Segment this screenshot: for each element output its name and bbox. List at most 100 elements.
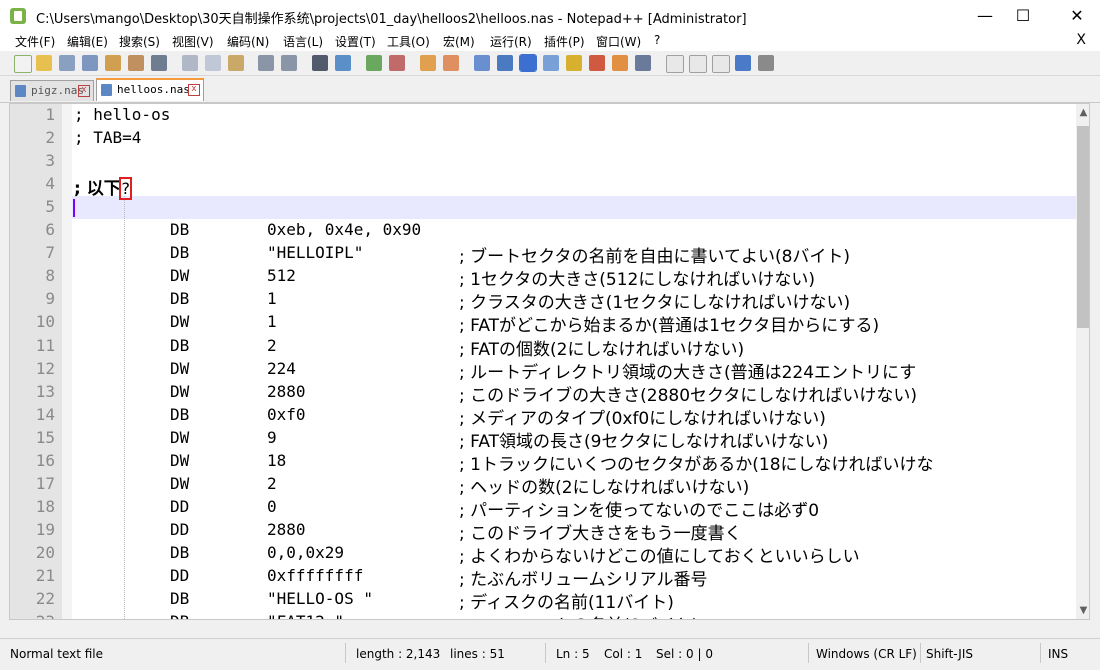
vertical-scrollbar[interactable]: ▲ ▼: [1076, 104, 1089, 619]
sync-horizontal-icon[interactable]: [443, 55, 459, 71]
sync-vertical-icon[interactable]: [420, 55, 436, 71]
user-language-icon[interactable]: [543, 55, 559, 71]
play-macro-icon[interactable]: [712, 55, 730, 73]
menu-language[interactable]: 语言(L): [283, 33, 323, 50]
save-macro-icon[interactable]: [758, 55, 774, 71]
code-operand: 9: [267, 427, 277, 447]
code-operand: 1: [267, 312, 277, 332]
tab-label: pigz.nas: [31, 84, 84, 97]
undo-icon[interactable]: [258, 55, 274, 71]
menu-plugins[interactable]: 插件(P): [544, 33, 585, 50]
status-eol[interactable]: Windows (CR LF): [816, 647, 917, 661]
code-line: DD 0xffffffff ; たぶんボリュームシリアル番号: [74, 566, 1074, 590]
code-directive: DD: [170, 566, 190, 585]
find-icon[interactable]: [312, 55, 328, 71]
cut-icon[interactable]: [182, 55, 198, 71]
code-text: ; hello-os: [74, 105, 171, 124]
copy-icon[interactable]: [205, 55, 221, 71]
code-line: DB 1 ; クラスタの大きさ(1セクタにしなければいけない): [74, 289, 1074, 313]
code-comment: ; よくわからないけどこの値にしておくといいらしい: [459, 546, 860, 567]
line-number: 22: [35, 589, 55, 609]
close-file-icon[interactable]: [105, 55, 121, 71]
zoom-out-icon[interactable]: [389, 55, 405, 71]
new-file-icon[interactable]: [14, 55, 32, 73]
folder-workspace-icon[interactable]: [612, 55, 628, 71]
open-folder-icon[interactable]: [36, 55, 52, 71]
line-number: 3: [45, 151, 55, 171]
status-divider: [345, 643, 346, 663]
document-map-icon[interactable]: [566, 55, 582, 71]
close-button[interactable]: ✕: [1054, 0, 1100, 31]
code-comment: ; たぶんボリュームシリアル番号: [459, 570, 708, 590]
menu-bar: 文件(F) 编辑(E) 搜索(S) 视图(V) 编码(N) 语言(L) 设置(T…: [0, 31, 1100, 51]
word-wrap-icon[interactable]: [474, 55, 490, 71]
menu-edit[interactable]: 编辑(E): [67, 33, 108, 50]
status-divider: [545, 643, 546, 663]
menu-run[interactable]: 运行(R): [490, 33, 532, 50]
close-all-icon[interactable]: [128, 55, 144, 71]
maximize-button[interactable]: ☐: [1000, 0, 1046, 31]
print-icon[interactable]: [151, 55, 167, 71]
line-number: 11: [35, 335, 55, 355]
menu-view[interactable]: 视图(V): [172, 33, 214, 50]
menu-help[interactable]: ?: [654, 33, 660, 47]
menu-file[interactable]: 文件(F): [15, 33, 55, 50]
replace-icon[interactable]: [335, 55, 351, 71]
code-directive: DB: [170, 542, 190, 562]
code-directive: DW: [170, 358, 190, 378]
function-list-icon[interactable]: [589, 55, 605, 71]
code-operand: 224: [267, 358, 296, 378]
line-number: 13: [35, 381, 55, 401]
save-all-icon[interactable]: [82, 55, 98, 71]
menu-tools[interactable]: 工具(O): [387, 33, 430, 50]
monitoring-icon[interactable]: [635, 55, 651, 71]
record-macro-icon[interactable]: [666, 55, 684, 73]
menu-macro[interactable]: 宏(M): [443, 33, 475, 50]
tab-pigz[interactable]: pigz.nas x: [10, 80, 94, 101]
code-comment: ; このドライブの大きさ(2880セクタにしなければいけない): [459, 385, 917, 406]
menu-encoding[interactable]: 编码(N): [227, 33, 269, 50]
code-line: DD 2880 ; このドライブ大きさをもう一度書く: [74, 520, 1074, 544]
fold-margin[interactable]: [62, 104, 72, 619]
line-number: 9: [45, 289, 55, 309]
code-line: DW 9 ; FAT領域の長さ(9セクタにしなければいけない): [74, 427, 1074, 452]
line-number: 19: [35, 519, 55, 539]
redo-icon[interactable]: [281, 55, 297, 71]
text-caret: [73, 199, 75, 217]
menu-window[interactable]: 窗口(W): [596, 33, 641, 50]
paste-icon[interactable]: [228, 55, 244, 71]
status-selection: Sel : 0 | 0: [656, 647, 713, 661]
code-line: ; 以下?: [74, 174, 1074, 201]
code-directive: DW: [170, 312, 190, 332]
status-file-type: Normal text file: [10, 647, 104, 661]
tab-close-icon[interactable]: x: [78, 85, 90, 97]
code-line: DB "HELLO-OS " ; ディスクの名前(11バイト): [74, 589, 1074, 613]
code-directive: DW: [170, 266, 190, 286]
stop-macro-icon[interactable]: [689, 55, 707, 73]
tab-bar: pigz.nas x helloos.nas x: [0, 76, 1100, 103]
tab-helloos[interactable]: helloos.nas x: [96, 78, 204, 101]
status-divider: [808, 643, 809, 663]
close-document-button[interactable]: X: [1076, 32, 1086, 48]
show-all-characters-icon[interactable]: [497, 55, 513, 71]
zoom-in-icon[interactable]: [366, 55, 382, 71]
tab-close-icon[interactable]: x: [188, 84, 200, 96]
scroll-down-icon[interactable]: ▼: [1077, 604, 1089, 618]
code-text: ; TAB=4: [74, 128, 142, 148]
menu-settings[interactable]: 设置(T): [335, 33, 376, 50]
save-icon[interactable]: [59, 55, 75, 71]
code-line: DD 0 ; パーティションを使ってないのでここは必ず0: [74, 497, 1074, 521]
horizontal-scrollbar[interactable]: [9, 620, 1090, 636]
scroll-thumb[interactable]: [1077, 126, 1089, 328]
run-macro-multiple-icon[interactable]: [735, 55, 751, 71]
code-editor[interactable]: 1 ; hello-os 2 ; TAB=4 3 4 ; 以下? 5 6 DB 0xeb, 0x4e…: [9, 103, 1090, 620]
scroll-up-icon[interactable]: ▲: [1077, 106, 1089, 120]
line-number: 12: [35, 358, 55, 378]
status-encoding[interactable]: Shift-JIS: [926, 647, 973, 661]
line-number: 4: [45, 174, 55, 194]
line-number: 16: [35, 450, 55, 470]
menu-search[interactable]: 搜索(S): [119, 33, 160, 50]
indent-guide-icon[interactable]: [519, 54, 537, 72]
line-number: 8: [45, 266, 55, 286]
status-insert-mode[interactable]: INS: [1048, 647, 1068, 661]
